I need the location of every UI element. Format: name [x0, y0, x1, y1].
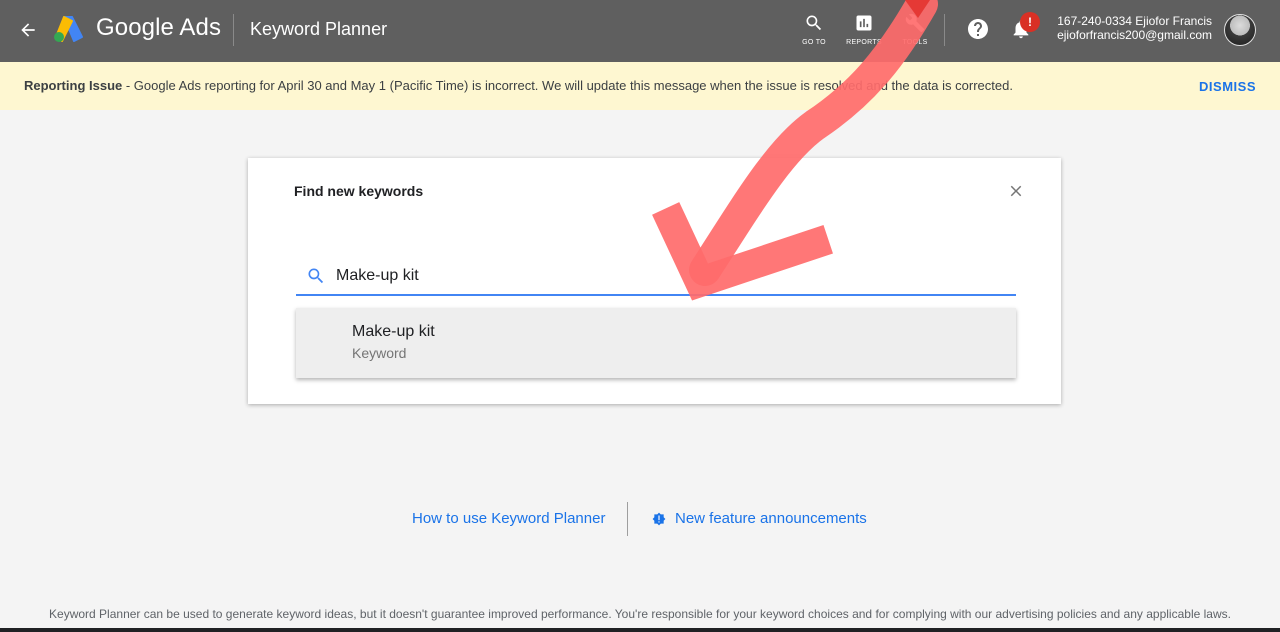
new-features-link[interactable]: New feature announcements [675, 510, 867, 527]
back-arrow-icon[interactable] [16, 18, 40, 42]
google-ads-logo-icon [52, 15, 84, 43]
keyword-suggestion-item[interactable]: Make-up kit Keyword [296, 308, 1016, 378]
help-icon[interactable] [965, 16, 991, 42]
notification-badge: ! [1020, 12, 1040, 32]
announcement-info-icon [652, 512, 666, 526]
suggestion-type: Keyword [352, 345, 407, 361]
dismiss-button[interactable]: DISMISS [1199, 79, 1256, 94]
reports-label: REPORTS [846, 39, 882, 46]
brand-name: Google Ads [96, 14, 222, 41]
close-icon[interactable] [1005, 180, 1027, 202]
keyword-search-input[interactable] [336, 264, 996, 288]
bar-chart-icon [853, 12, 875, 34]
find-keywords-dialog: Find new keywords Make-up kit Keyword [248, 158, 1061, 404]
avatar[interactable] [1224, 14, 1256, 46]
how-to-use-link[interactable]: How to use Keyword Planner [412, 510, 605, 527]
search-icon [803, 12, 825, 34]
banner-message: - Google Ads reporting for April 30 and … [122, 78, 1013, 93]
account-info[interactable]: 167-240-0334 Ejiofor Francis ejioforfran… [1057, 14, 1212, 42]
tools-label: TOOLS [902, 39, 928, 46]
dialog-title: Find new keywords [294, 183, 424, 199]
page-title: Keyword Planner [250, 19, 388, 39]
links-divider [627, 502, 628, 536]
keyword-search-field [296, 258, 1016, 296]
reports-button[interactable]: REPORTS [842, 12, 886, 52]
top-app-bar: Google Ads Keyword Planner GO TO REPORTS… [0, 0, 1280, 62]
wrench-icon [904, 12, 926, 34]
footer-disclaimer: Keyword Planner can be used to generate … [49, 607, 1231, 621]
header-divider [944, 14, 945, 46]
banner-text: Reporting Issue - Google Ads reporting f… [24, 78, 1013, 93]
search-icon [306, 266, 326, 286]
goto-button[interactable]: GO TO [792, 12, 836, 52]
account-id-name: 167-240-0334 Ejiofor Francis [1057, 14, 1212, 28]
banner-title: Reporting Issue [24, 78, 123, 93]
reporting-issue-banner: Reporting Issue - Google Ads reporting f… [0, 62, 1280, 110]
tools-button[interactable]: TOOLS [893, 12, 937, 52]
suggestion-text: Make-up kit [352, 323, 435, 340]
header-divider [233, 14, 234, 46]
goto-label: GO TO [802, 39, 826, 46]
bottom-edge [0, 628, 1280, 632]
account-email: ejioforfrancis200@gmail.com [1057, 28, 1212, 42]
